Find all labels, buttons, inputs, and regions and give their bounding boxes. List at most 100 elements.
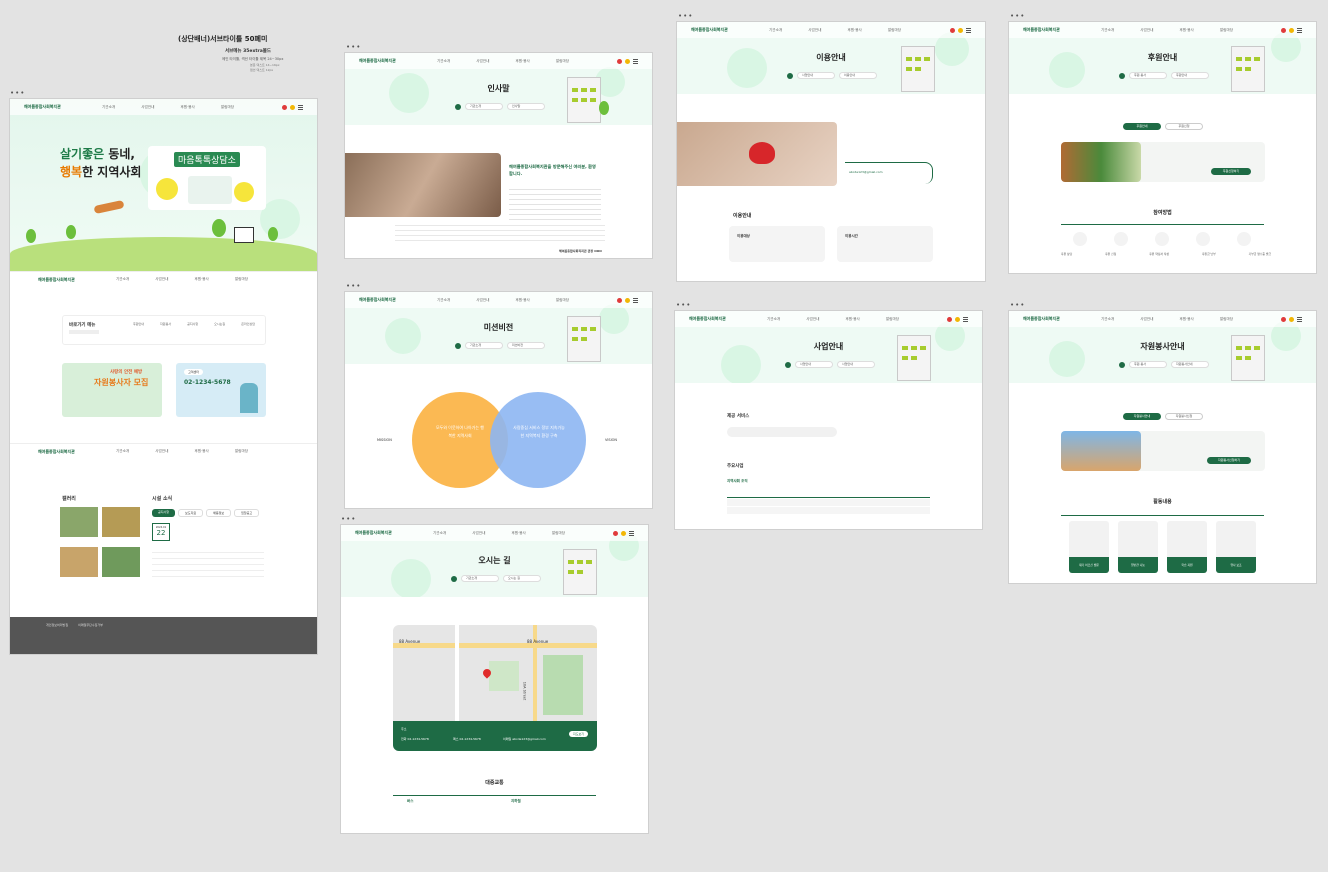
m-menu-support[interactable]: 후원·봉사 (515, 298, 529, 303)
menu-item-about[interactable]: 기관소개 (102, 105, 115, 110)
sponsor-apply-button[interactable]: 후원신청하기 (1211, 168, 1251, 175)
volunteer-tab-apply[interactable]: 자원봉사신청 (1165, 413, 1203, 420)
frame-menu-icon-4[interactable]: ••• (341, 516, 356, 523)
sponsor-select-2[interactable]: 후원안내 (1171, 72, 1209, 79)
greeting-logo[interactable]: 해여름종합사회복지관 (359, 58, 429, 64)
footer-privacy-link[interactable]: 개인정보처리방침 (46, 623, 68, 627)
home-icon-6[interactable] (785, 361, 791, 368)
m-menu-about[interactable]: 기관소개 (437, 298, 450, 303)
gallery-thumb-4[interactable] (102, 547, 140, 577)
frame-menu-icon[interactable]: ••• (10, 90, 25, 97)
footer-email-link[interactable]: 이메일무단수집거부 (78, 623, 103, 627)
menu-item-business[interactable]: 사업안내 (141, 105, 154, 110)
s-menu-support[interactable]: 후원·봉사 (1179, 28, 1193, 33)
location-select-1[interactable]: 기관소개 (461, 575, 499, 582)
frame-menu-icon-6[interactable]: ••• (676, 302, 691, 309)
home-icon-3[interactable] (455, 342, 461, 349)
hamburger-menu-icon[interactable] (298, 104, 303, 110)
news-tab-notice[interactable]: 공지사항 (152, 509, 176, 517)
frame-menu-icon-5[interactable]: ••• (678, 13, 693, 20)
s-menu-business[interactable]: 사업안내 (1140, 28, 1153, 33)
mission-logo[interactable]: 해여름종합사회복지관 (359, 297, 429, 303)
contact-banner[interactable]: 고객센터 02-1234-5678 (176, 363, 266, 417)
gallery-thumb-2[interactable] (102, 507, 140, 537)
frame-menu-icon-7[interactable]: ••• (1010, 13, 1025, 20)
g-menu-notice[interactable]: 알림마당 (556, 59, 569, 64)
frame-menu-icon-2[interactable]: ••• (346, 44, 361, 51)
volunteer-logo[interactable]: 해여름종합사회복지관 (1023, 316, 1093, 322)
m-menu-business[interactable]: 사업안내 (476, 298, 489, 303)
volunteer-select-1[interactable]: 후원·봉사 (1129, 361, 1167, 368)
g-menu-business[interactable]: 사업안내 (476, 59, 489, 64)
menu2-support[interactable]: 후원·봉사 (194, 277, 208, 282)
usage-select-2[interactable]: 이용안내 (839, 72, 877, 79)
greeting-select-2[interactable]: 인사말 (507, 103, 545, 110)
volunteer-select-2[interactable]: 자원봉사안내 (1171, 361, 1209, 368)
b-menu-business[interactable]: 사업안내 (806, 317, 819, 322)
u-menu-about[interactable]: 기관소개 (769, 28, 782, 33)
mission-select-1[interactable]: 기관소개 (465, 342, 503, 349)
site-logo-3[interactable]: 해여름종합사회복지관 (38, 449, 108, 455)
sponsor-tab-apply[interactable]: 후원신청 (1165, 123, 1203, 130)
menu-item-support[interactable]: 후원·봉사 (180, 105, 194, 110)
site-logo-2[interactable]: 해여름종합사회복지관 (38, 277, 108, 283)
v-menu-support[interactable]: 후원·봉사 (1179, 317, 1193, 322)
news-tab-bids[interactable]: 입찰공고 (234, 509, 260, 517)
g-menu-support[interactable]: 후원·봉사 (515, 59, 529, 64)
business-select-1[interactable]: 사업안내 (795, 361, 833, 368)
v-menu-about[interactable]: 기관소개 (1101, 317, 1114, 322)
menu2-notice[interactable]: 알림마당 (235, 277, 248, 282)
b-menu-notice[interactable]: 알림마당 (886, 317, 899, 322)
quick-item-volunteer[interactable]: 자원봉사 (160, 322, 171, 326)
greeting-select-1[interactable]: 기관소개 (465, 103, 503, 110)
home-icon-5[interactable] (787, 72, 793, 79)
volunteer-apply-button[interactable]: 자원봉사신청하기 (1207, 457, 1251, 464)
m-menu-notice[interactable]: 알림마당 (556, 298, 569, 303)
mission-select-2[interactable]: 미션비전 (507, 342, 545, 349)
site-logo[interactable]: 해여름종합사회복지관 (24, 104, 94, 110)
business-select-2[interactable]: 사업안내 (837, 361, 875, 368)
map-view-button[interactable]: 지도보기 (569, 731, 589, 737)
b-menu-support[interactable]: 후원·봉사 (845, 317, 859, 322)
sponsor-logo[interactable]: 해여름종합사회복지관 (1023, 27, 1093, 33)
home-icon-8[interactable] (1119, 361, 1125, 368)
g-menu-about[interactable]: 기관소개 (437, 59, 450, 64)
menu3-support[interactable]: 후원·봉사 (194, 449, 208, 454)
home-icon[interactable] (455, 103, 461, 110)
yellow-dot-icon[interactable] (290, 104, 295, 110)
usage-logo[interactable]: 해여름종합사회복지관 (691, 27, 761, 33)
menu3-about[interactable]: 기관소개 (116, 449, 129, 454)
volunteer-banner[interactable]: 사랑의 안전 예방 자원봉사자 모집 (62, 363, 162, 417)
quick-item-location[interactable]: 오시는길 (214, 322, 225, 326)
u-menu-notice[interactable]: 알림마당 (888, 28, 901, 33)
b-menu-about[interactable]: 기관소개 (767, 317, 780, 322)
menu3-business[interactable]: 사업안내 (155, 449, 168, 454)
s-menu-notice[interactable]: 알림마당 (1220, 28, 1233, 33)
usage-select-1[interactable]: 사업안내 (797, 72, 835, 79)
sponsor-tab-info[interactable]: 후원안내 (1123, 123, 1161, 130)
quick-item-counsel[interactable]: 온라인상담 (241, 322, 255, 326)
business-logo[interactable]: 해여름종합사회복지관 (689, 316, 759, 322)
u-menu-business[interactable]: 사업안내 (808, 28, 821, 33)
l-menu-about[interactable]: 기관소개 (433, 531, 446, 536)
frame-menu-icon-3[interactable]: ••• (346, 283, 361, 290)
u-menu-support[interactable]: 후원·봉사 (847, 28, 861, 33)
v-menu-business[interactable]: 사업안내 (1140, 317, 1153, 322)
frame-menu-icon-8[interactable]: ••• (1010, 302, 1025, 309)
gallery-thumb-1[interactable] (60, 507, 98, 537)
menu2-about[interactable]: 기관소개 (116, 277, 129, 282)
volunteer-tab-info[interactable]: 자원봉사안내 (1123, 413, 1161, 420)
l-menu-support[interactable]: 후원·봉사 (511, 531, 525, 536)
news-tab-jobs[interactable]: 채용정보 (206, 509, 232, 517)
quick-item-sponsor[interactable]: 후원안내 (133, 322, 144, 326)
sponsor-select-1[interactable]: 후원·봉사 (1129, 72, 1167, 79)
red-dot-icon[interactable] (282, 104, 287, 110)
quick-item-notice[interactable]: 공지사항 (187, 322, 198, 326)
location-select-2[interactable]: 오시는 길 (503, 575, 541, 582)
gallery-thumb-3[interactable] (60, 547, 98, 577)
menu2-business[interactable]: 사업안내 (155, 277, 168, 282)
menu-item-notice[interactable]: 알림마당 (221, 105, 234, 110)
home-icon-7[interactable] (1119, 72, 1125, 79)
location-logo[interactable]: 해여름종합사회복지관 (355, 530, 425, 536)
l-menu-notice[interactable]: 알림마당 (552, 531, 565, 536)
